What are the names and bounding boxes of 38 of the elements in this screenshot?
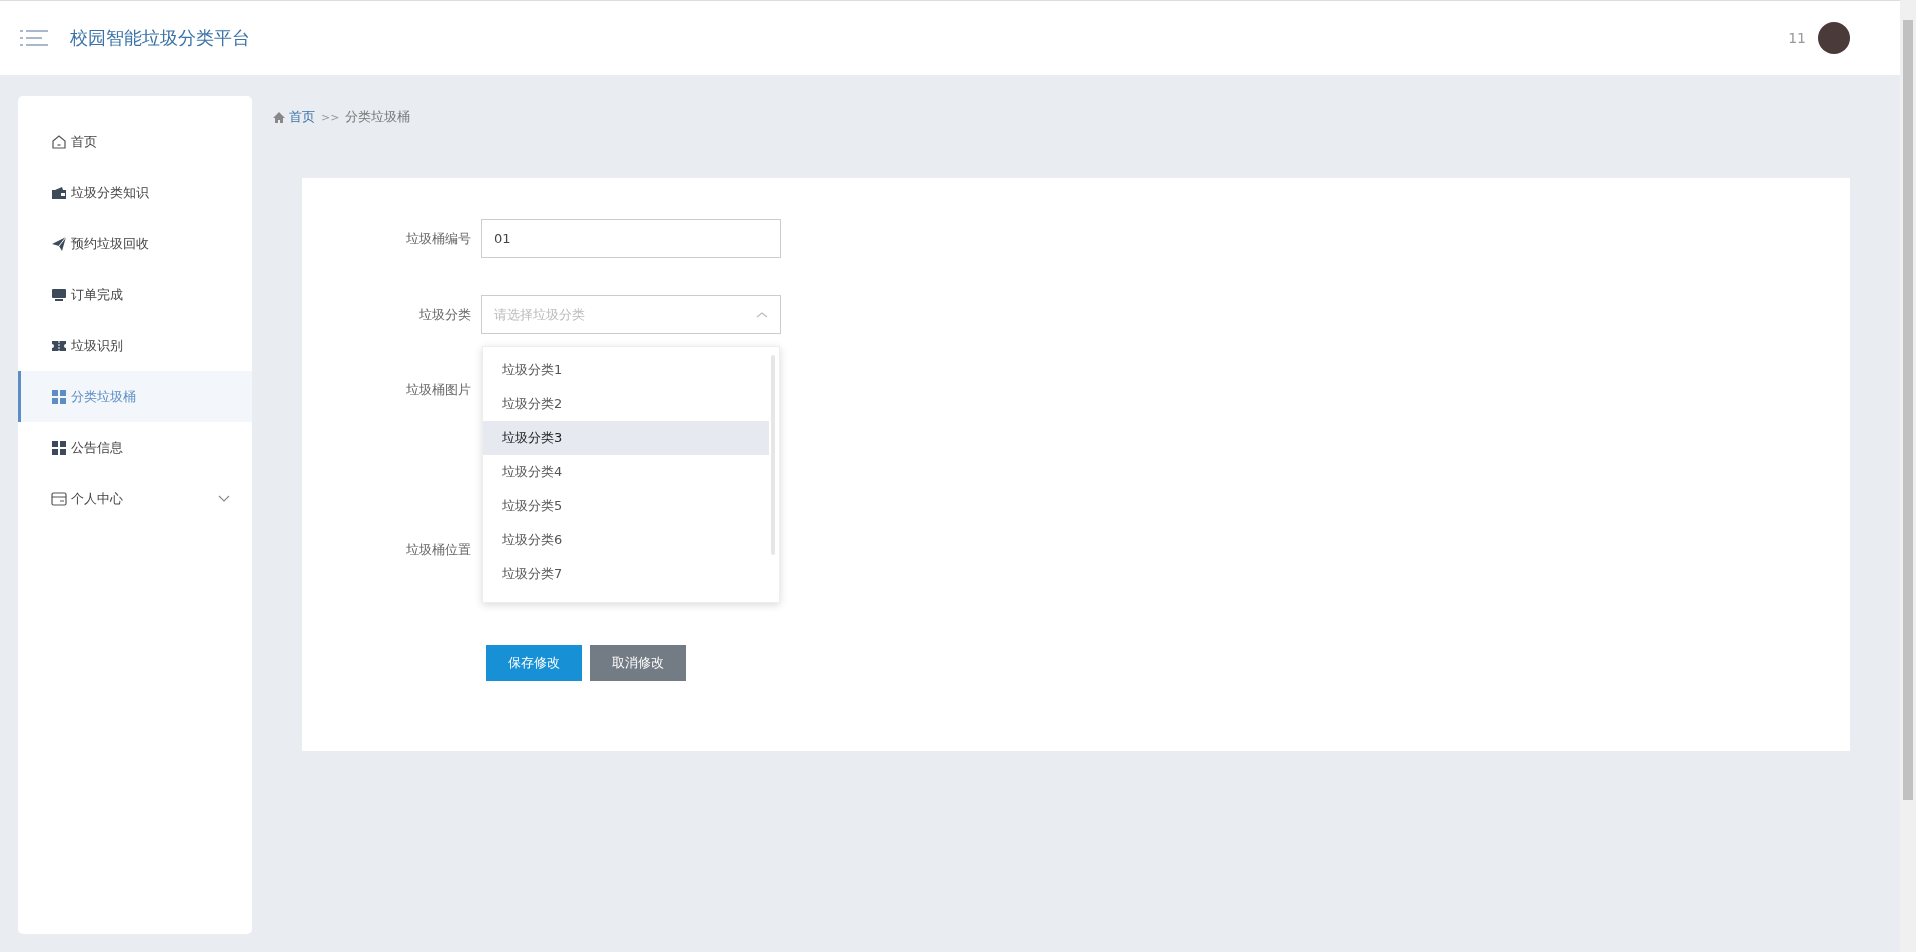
sidebar-item[interactable]: 预约垃圾回收: [18, 218, 252, 269]
input-field[interactable]: 01: [481, 219, 781, 258]
scrollbar[interactable]: [1900, 0, 1916, 952]
dropdown-option[interactable]: 垃圾分类5: [483, 489, 769, 523]
field-label: 垃圾分类: [418, 305, 472, 324]
breadcrumb-separator: >>: [321, 110, 340, 124]
home-icon: [51, 133, 67, 150]
wallet-icon: [51, 184, 67, 201]
sidebar-item[interactable]: 首页: [18, 116, 252, 167]
dropdown-option[interactable]: 垃圾分类3: [483, 421, 769, 455]
field-label: 垃圾桶图片: [405, 381, 472, 399]
monitor-icon: [51, 286, 67, 303]
sidebar-item[interactable]: 垃圾识别: [18, 320, 252, 371]
breadcrumb-link[interactable]: 首页: [273, 108, 315, 126]
chevron-icon[interactable]: [218, 494, 230, 503]
user-avatar[interactable]: [1818, 22, 1850, 54]
grid-icon: [51, 439, 67, 456]
sidebar-item[interactable]: 订单完成: [18, 269, 252, 320]
field-label: 垃圾桶位置: [405, 540, 472, 559]
sidebar-item[interactable]: 公告信息: [18, 422, 252, 473]
sidebar-item[interactable]: 个人中心: [18, 473, 252, 524]
home-icon: [273, 111, 285, 123]
save-button[interactable]: 保存修改: [486, 645, 582, 681]
grid-icon: [51, 388, 67, 405]
dropdown-option[interactable]: 垃圾分类1: [483, 353, 769, 387]
plane-icon: [51, 235, 67, 252]
caret-icon: [756, 310, 768, 319]
menu-icon[interactable]: [20, 27, 48, 49]
breadcrumb-current: 分类垃圾桶: [345, 108, 411, 126]
card-icon: [51, 490, 67, 507]
dropdown-option[interactable]: 垃圾分类6: [483, 523, 769, 557]
app-title: 校园智能垃圾分类平台: [70, 26, 250, 50]
dropdown-option[interactable]: 垃圾分类4: [483, 455, 769, 489]
cancel-button[interactable]: 取消修改: [590, 645, 686, 681]
dropdown-option[interactable]: 垃圾分类7: [483, 557, 769, 591]
dropdown-option[interactable]: 垃圾分类2: [483, 387, 769, 421]
sidebar-item[interactable]: 垃圾分类知识: [18, 167, 252, 218]
field-label: 垃圾桶编号: [405, 229, 472, 248]
